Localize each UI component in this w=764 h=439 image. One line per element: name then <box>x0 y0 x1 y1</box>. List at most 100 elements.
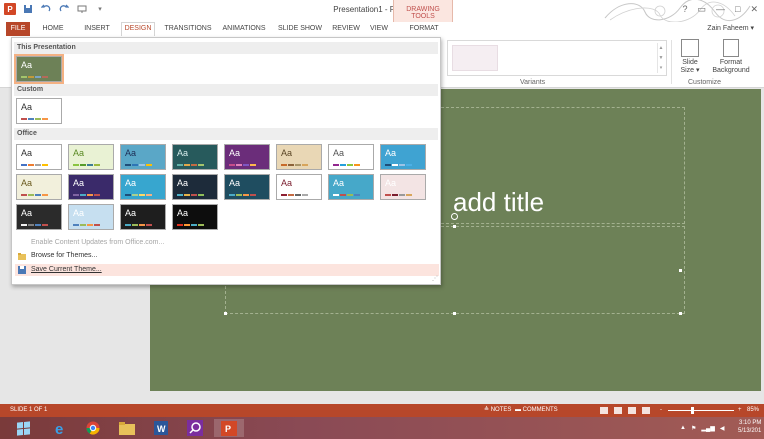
variants-scroll[interactable]: ▲ ▼ ▾ <box>657 43 664 73</box>
format-background-button[interactable]: Format Background <box>707 39 755 75</box>
network-icon[interactable]: ▂▄▆ <box>701 425 714 432</box>
resize-handle[interactable] <box>453 312 456 315</box>
theme-thumbnail[interactable]: Aa <box>172 174 218 200</box>
theme-color-swatch <box>42 164 48 166</box>
zoom-out-button[interactable]: - <box>660 404 662 417</box>
windows-start-icon[interactable] <box>8 419 38 437</box>
theme-color-swatch <box>340 194 346 196</box>
zoom-in-button[interactable]: + <box>738 404 742 417</box>
theme-color-swatch <box>302 194 308 196</box>
theme-thumbnail[interactable]: Aa <box>380 174 426 200</box>
normal-view-icon[interactable] <box>600 407 608 414</box>
browse-for-themes[interactable]: Browse for Themes... <box>15 250 439 262</box>
theme-thumbnail[interactable]: Aa <box>16 144 62 170</box>
undo-icon[interactable] <box>40 3 52 15</box>
tab-view[interactable]: VIEW <box>365 22 393 36</box>
theme-thumbnail[interactable]: Aa <box>328 174 374 200</box>
zoom-slider-thumb[interactable] <box>690 407 694 414</box>
tab-review[interactable]: REVIEW <box>330 22 362 36</box>
resize-grip-icon[interactable]: ⋰ <box>432 275 438 282</box>
powerpoint-icon[interactable]: P <box>4 3 16 15</box>
theme-color-bars <box>281 194 308 196</box>
tab-design[interactable]: DESIGN <box>121 22 155 36</box>
tab-format[interactable]: FORMAT <box>402 22 446 36</box>
flag-icon[interactable]: ⚑ <box>691 425 696 432</box>
powerpoint-icon[interactable]: P <box>214 419 244 437</box>
presentation-icon[interactable] <box>76 3 88 15</box>
close-icon[interactable]: ✕ <box>750 4 758 15</box>
zoom-level[interactable]: 85% <box>747 404 759 417</box>
theme-color-swatch <box>177 194 183 196</box>
theme-aa-label: Aa <box>21 178 33 188</box>
comments-button[interactable]: ▬ COMMENTS <box>515 404 558 417</box>
resize-handle[interactable] <box>679 269 682 272</box>
save-current-theme[interactable]: Save Current Theme... <box>15 264 439 276</box>
redo-icon[interactable] <box>58 3 70 15</box>
theme-color-swatch <box>229 194 235 196</box>
theme-color-swatch <box>281 194 287 196</box>
help-icon[interactable]: ? <box>682 4 687 15</box>
theme-thumbnail[interactable]: Aa <box>16 174 62 200</box>
save-icon[interactable] <box>22 3 34 15</box>
volume-icon[interactable]: ◀ <box>720 425 725 432</box>
tab-insert[interactable]: INSERT <box>80 22 114 36</box>
enable-content-updates: Enable Content Updates from Office.com..… <box>31 239 165 246</box>
theme-color-swatch <box>236 194 242 196</box>
theme-color-swatch <box>250 194 256 196</box>
zoom-slider[interactable] <box>668 410 734 411</box>
notes-button[interactable]: ≜ NOTES <box>484 404 511 417</box>
dropdown-icon[interactable]: ▾ <box>94 3 106 15</box>
theme-thumbnail[interactable]: Aa <box>328 144 374 170</box>
theme-color-swatch <box>28 118 34 120</box>
variant-thumbnail[interactable] <box>452 45 498 71</box>
resize-handle[interactable] <box>453 225 456 228</box>
theme-aa-label: Aa <box>73 178 85 188</box>
tab-home[interactable]: HOME <box>36 22 70 36</box>
theme-thumbnail[interactable]: Aa <box>120 144 166 170</box>
maximize-icon[interactable]: □ <box>735 4 740 15</box>
theme-thumbnail[interactable]: Aa <box>14 54 64 84</box>
theme-thumbnail[interactable]: Aa <box>276 144 322 170</box>
chrome-icon[interactable] <box>78 419 108 437</box>
internet-explorer-icon[interactable]: e <box>46 419 76 437</box>
theme-color-swatch <box>354 164 360 166</box>
theme-thumbnail[interactable]: Aa <box>120 174 166 200</box>
search-icon[interactable] <box>180 419 210 437</box>
theme-thumbnail[interactable]: Aa <box>120 204 166 230</box>
theme-thumbnail[interactable]: Aa <box>16 204 62 230</box>
show-hidden-icons[interactable]: ▲ <box>680 425 686 431</box>
slide-title-text[interactable]: add title <box>453 187 544 218</box>
theme-thumbnail[interactable]: Aa <box>68 204 114 230</box>
theme-thumbnail[interactable]: Aa <box>172 204 218 230</box>
system-clock[interactable]: 3:10 PM 5/13/201 <box>738 419 761 435</box>
theme-color-swatch <box>132 164 138 166</box>
file-explorer-icon[interactable] <box>112 419 142 437</box>
theme-color-swatch <box>42 224 48 226</box>
theme-thumbnail[interactable]: Aa <box>68 144 114 170</box>
tab-file[interactable]: FILE <box>6 22 30 36</box>
ribbon-display-icon[interactable]: ▭ <box>698 4 707 15</box>
resize-handle[interactable] <box>224 312 227 315</box>
theme-thumbnail[interactable]: Aa <box>172 144 218 170</box>
tab-transitions[interactable]: TRANSITIONS <box>160 22 216 36</box>
title-bar: P ▾ Presentation1 - PowerPoint DRAWING T… <box>0 0 764 22</box>
minimize-icon[interactable]: — <box>716 4 725 15</box>
tab-animations[interactable]: ANIMATIONS <box>218 22 270 36</box>
slide-size-button[interactable]: Slide Size ▾ <box>674 39 706 75</box>
slideshow-view-icon[interactable] <box>642 407 650 414</box>
theme-thumbnail[interactable]: Aa <box>224 144 270 170</box>
theme-thumbnail[interactable]: Aa <box>224 174 270 200</box>
theme-thumbnail[interactable]: Aa <box>276 174 322 200</box>
theme-thumbnail[interactable]: Aa <box>16 98 62 124</box>
resize-handle[interactable] <box>679 312 682 315</box>
slide-sorter-icon[interactable] <box>614 407 622 414</box>
theme-color-swatch <box>333 164 339 166</box>
user-account[interactable]: Zain Faheem ▾ <box>707 22 754 36</box>
rotate-handle[interactable] <box>451 213 458 220</box>
reading-view-icon[interactable] <box>628 407 636 414</box>
word-icon[interactable]: W <box>146 419 176 437</box>
theme-thumbnail[interactable]: Aa <box>380 144 426 170</box>
theme-thumbnail[interactable]: Aa <box>68 174 114 200</box>
theme-color-swatch <box>73 224 79 226</box>
tab-slide-show[interactable]: SLIDE SHOW <box>275 22 325 36</box>
